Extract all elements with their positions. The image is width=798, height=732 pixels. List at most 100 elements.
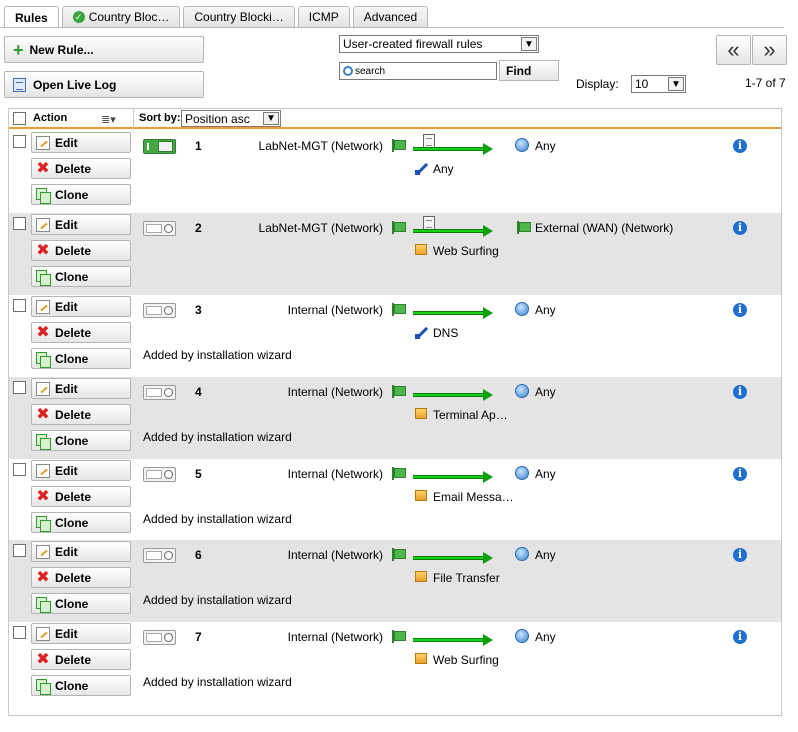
rule-source: Internal (Network) [287,548,383,562]
clone-button[interactable]: Clone [31,512,131,533]
delete-label: Delete [55,161,92,176]
edit-button[interactable]: Edit [31,296,131,317]
wire-icon [415,161,429,175]
row-checkbox[interactable] [13,544,26,557]
rule-enable-toggle[interactable] [143,548,176,563]
search-icon [343,66,353,76]
clone-label: Clone [55,515,89,530]
search-input[interactable]: search [339,62,497,80]
info-icon[interactable]: i [733,630,747,644]
display-count-select[interactable]: 10 ▼ [631,75,686,93]
globe-icon [515,302,529,316]
table-row: Edit ✖ Delete Clone 5 Internal (Network) … [9,459,781,541]
tab-advanced[interactable]: Advanced [352,6,429,27]
info-icon[interactable]: i [733,467,747,481]
delete-button[interactable]: ✖ Delete [31,567,131,588]
next-page-button[interactable]: » [752,35,787,65]
toggle-off-track [146,633,162,642]
delete-button[interactable]: ✖ Delete [31,649,131,670]
rule-enable-toggle[interactable] [143,630,176,645]
find-button[interactable]: Find [499,60,559,81]
column-menu-icon[interactable]: ≣▾ [101,113,116,126]
tab-country-blocking-exceptions[interactable]: ✓ Country Bloc… [61,6,181,27]
sort-by-select[interactable]: Position asc ▼ [181,110,281,127]
chevron-down-icon: ▼ [668,77,684,91]
rule-position: 6 [195,548,202,562]
new-rule-button[interactable]: + New Rule... [4,36,204,63]
first-page-button[interactable]: « [716,35,751,65]
rule-service: Web Surfing [433,244,499,258]
plus-icon: + [13,39,24,60]
clone-icon [36,187,51,204]
clone-button[interactable]: Clone [31,593,131,614]
edit-button[interactable]: Edit [31,623,131,644]
rule-enable-toggle[interactable] [143,303,176,318]
delete-button[interactable]: ✖ Delete [31,158,131,179]
delete-button[interactable]: ✖ Delete [31,404,131,425]
delete-icon: ✖ [36,159,50,177]
info-icon[interactable]: i [733,548,747,562]
chevron-down-icon: ▼ [263,112,279,125]
row-checkbox[interactable] [13,299,26,312]
info-icon[interactable]: i [733,385,747,399]
pagination-range: 1-7 of 7 [745,76,786,90]
edit-icon [36,299,50,314]
new-rule-label: New Rule... [29,42,94,57]
network-flag-icon [392,630,406,643]
delete-button[interactable]: ✖ Delete [31,486,131,507]
edit-button[interactable]: Edit [31,132,131,153]
clone-button[interactable]: Clone [31,348,131,369]
tab-country-blocking[interactable]: Country Blocki… [183,6,295,27]
sort-by-label: Sort by: [139,112,181,124]
clone-label: Clone [55,187,89,202]
tab-label: Rules [15,10,48,25]
table-row: Edit ✖ Delete Clone 2 LabNet-MGT (Network… [9,213,781,295]
edit-label: Edit [55,381,78,396]
edit-button[interactable]: Edit [31,378,131,399]
info-icon[interactable]: i [733,221,747,235]
edit-button[interactable]: Edit [31,214,131,235]
row-checkbox[interactable] [13,463,26,476]
edit-label: Edit [55,626,78,641]
row-checkbox[interactable] [13,626,26,639]
tab-label: Country Blocki… [194,10,284,24]
delete-icon: ✖ [36,650,50,668]
tab-icmp[interactable]: ICMP [297,6,350,27]
globe-icon [515,138,529,152]
edit-icon [36,135,50,150]
tab-rules[interactable]: Rules [4,6,59,28]
rule-enable-toggle[interactable] [143,467,176,482]
rule-enable-toggle[interactable] [143,139,176,154]
edit-button[interactable]: Edit [31,460,131,481]
toggle-off-track [146,224,162,233]
rule-enable-toggle[interactable] [143,385,176,400]
info-icon[interactable]: i [733,139,747,153]
delete-icon: ✖ [36,487,50,505]
clone-button[interactable]: Clone [31,430,131,451]
info-icon[interactable]: i [733,303,747,317]
network-flag-icon [392,467,406,480]
toggle-knob [164,388,173,397]
delete-label: Delete [55,570,92,585]
clone-icon [36,433,51,450]
delete-button[interactable]: ✖ Delete [31,322,131,343]
row-checkbox[interactable] [13,135,26,148]
traffic-arrow [413,556,485,560]
rule-position: 2 [195,221,202,235]
clone-button[interactable]: Clone [31,266,131,287]
tab-label: Country Bloc… [88,10,170,24]
rule-filter-select[interactable]: User-created firewall rules ▼ [339,35,539,53]
edit-icon [36,381,50,396]
network-flag-icon [392,303,406,316]
row-checkbox[interactable] [13,381,26,394]
rule-enable-toggle[interactable] [143,221,176,236]
delete-button[interactable]: ✖ Delete [31,240,131,261]
clone-button[interactable]: Clone [31,675,131,696]
edit-button[interactable]: Edit [31,541,131,562]
clone-button[interactable]: Clone [31,184,131,205]
open-live-log-button[interactable]: Open Live Log [4,71,204,98]
clone-icon [36,351,51,368]
traffic-arrow [413,393,485,397]
select-all-checkbox[interactable] [13,112,26,125]
row-checkbox[interactable] [13,217,26,230]
